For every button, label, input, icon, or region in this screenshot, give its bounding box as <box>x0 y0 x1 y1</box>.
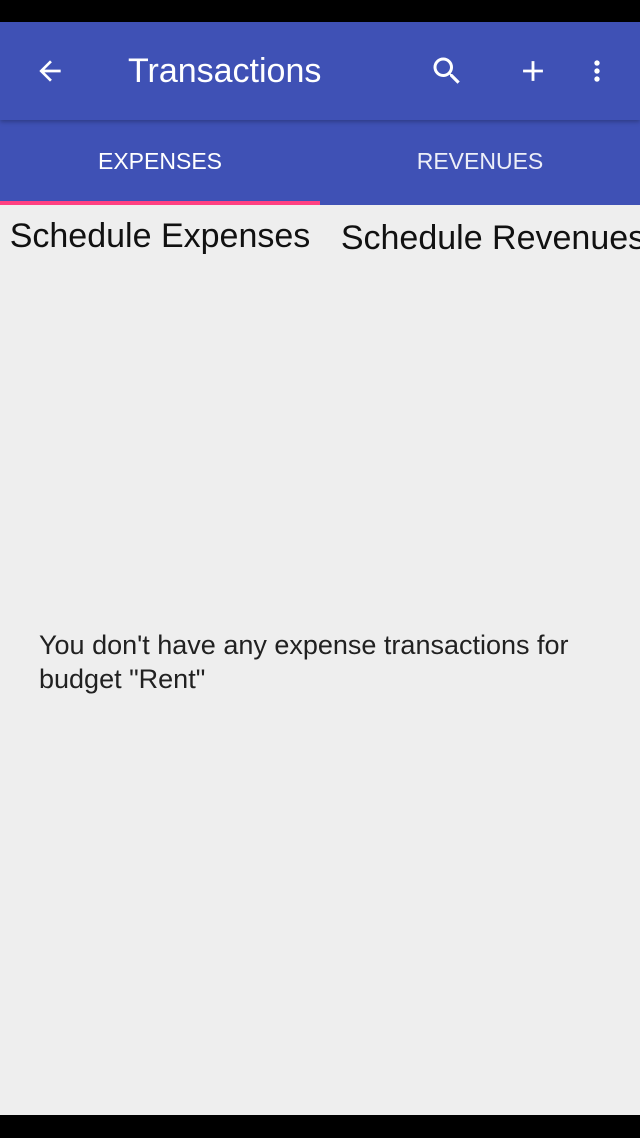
tab-bar: EXPENSES REVENUES <box>0 120 640 205</box>
status-bar <box>0 0 640 22</box>
tab-revenues-label: REVENUES <box>416 148 544 174</box>
search-icon <box>429 53 465 89</box>
page-title: Transactions <box>128 51 322 90</box>
schedule-revenues-button[interactable]: Schedule Revenues <box>333 217 640 259</box>
overflow-menu-button[interactable] <box>565 22 629 120</box>
app-bar: Transactions <box>0 22 640 120</box>
search-button[interactable] <box>415 22 479 120</box>
more-vert-icon <box>581 55 613 87</box>
arrow-back-icon <box>34 55 66 87</box>
tab-expenses[interactable]: EXPENSES <box>0 120 320 205</box>
schedule-expenses-button[interactable]: Schedule Expenses <box>0 215 320 257</box>
tab-expenses-label: EXPENSES <box>98 148 222 174</box>
tab-indicator <box>0 201 320 205</box>
tab-revenues[interactable]: REVENUES <box>320 120 640 205</box>
empty-state-message: You don't have any expense transactions … <box>39 630 569 694</box>
content-area: Schedule Expenses Schedule Revenues You … <box>0 205 640 1115</box>
add-icon <box>516 54 550 88</box>
add-button[interactable] <box>501 22 565 120</box>
back-button[interactable] <box>18 22 82 120</box>
navigation-bar <box>0 1115 640 1138</box>
screen: Transactions EXPENSES REVENUES Schedule … <box>0 0 640 1138</box>
